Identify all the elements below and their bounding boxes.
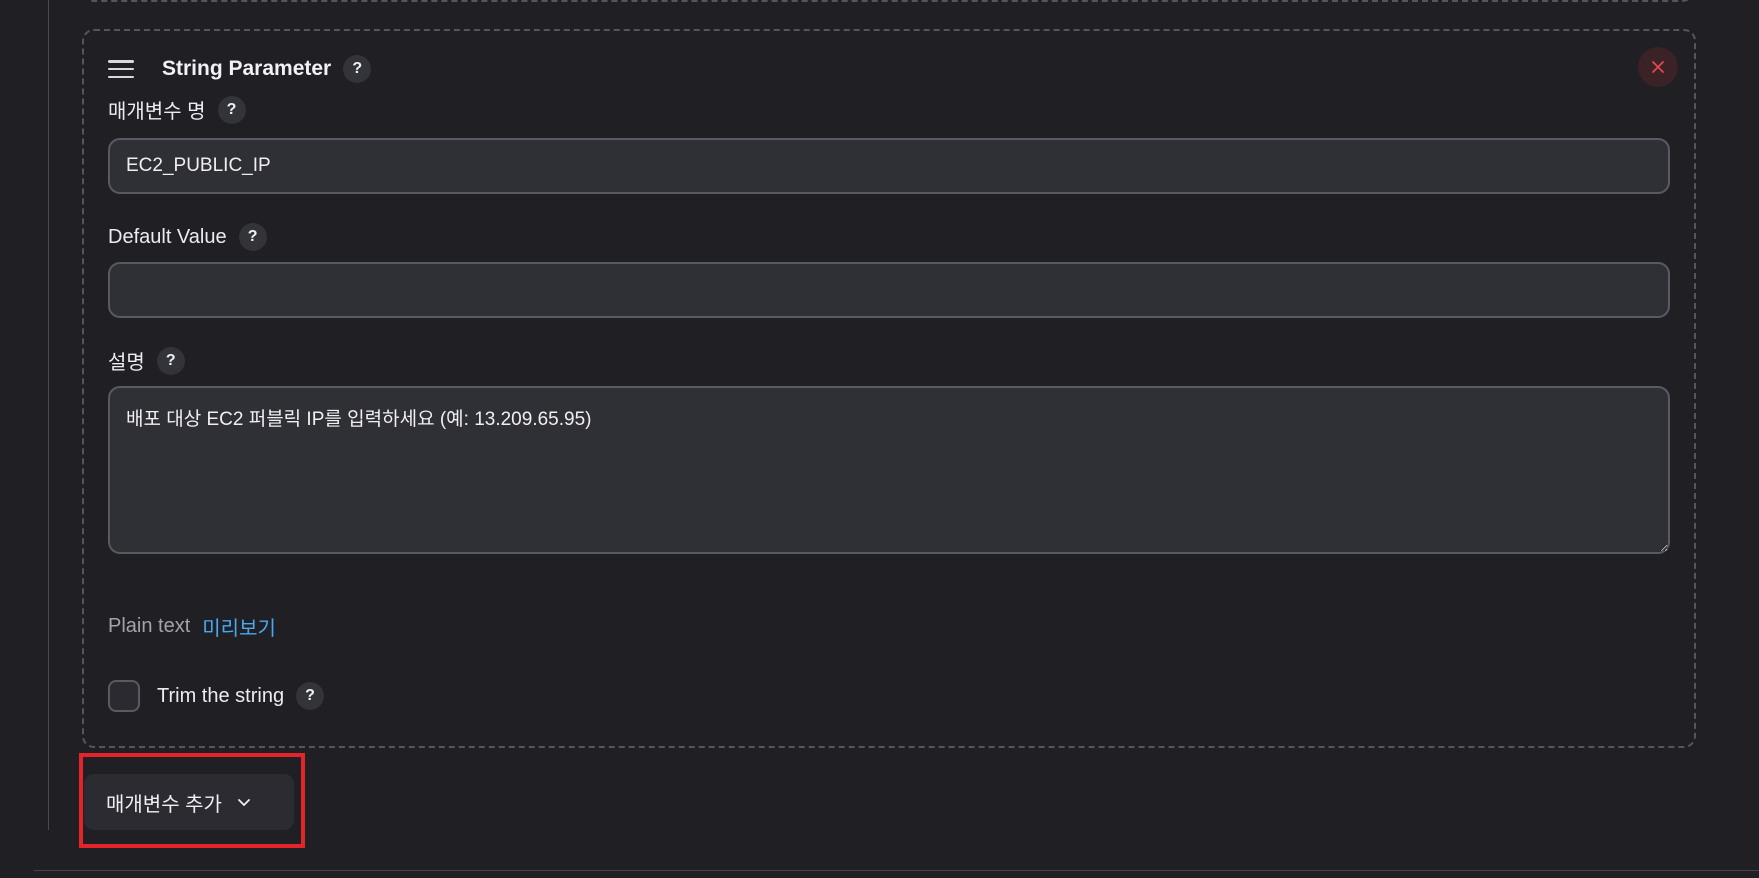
- bottom-divider: [34, 870, 1759, 871]
- help-icon[interactable]: ?: [217, 95, 246, 124]
- tree-guide-line: [48, 0, 49, 830]
- trim-string-checkbox[interactable]: [108, 680, 140, 712]
- default-value-field-label: Default Value ?: [108, 223, 267, 251]
- add-parameter-button[interactable]: 매개변수 추가: [84, 774, 294, 830]
- help-icon[interactable]: ?: [156, 346, 185, 375]
- drag-handle-icon[interactable]: [108, 60, 134, 78]
- card-header: String Parameter ?: [108, 51, 372, 87]
- previous-parameter-card-bottom: [82, 0, 1694, 2]
- description-field-label: 설명 ?: [108, 346, 185, 375]
- help-icon[interactable]: ?: [343, 55, 372, 83]
- name-field-label: 매개변수 명 ?: [108, 95, 246, 124]
- string-parameter-card: String Parameter ? 매개변수 명 ? Default Valu…: [82, 29, 1696, 748]
- add-parameter-label: 매개변수 추가: [106, 793, 222, 816]
- name-label-text: 매개변수 명: [108, 101, 206, 123]
- format-type-text: Plain text: [108, 615, 191, 637]
- default-value-label-text: Default Value: [108, 225, 227, 248]
- card-title: String Parameter: [162, 57, 332, 80]
- preview-link[interactable]: 미리보기: [202, 612, 276, 641]
- chevron-down-icon: [236, 794, 252, 810]
- trim-string-label[interactable]: Trim the string: [157, 685, 284, 708]
- close-button[interactable]: [1638, 47, 1678, 87]
- close-icon: [1652, 61, 1664, 73]
- trim-string-row: Trim the string ?: [108, 680, 325, 712]
- description-format-row: Plain text 미리보기: [108, 612, 276, 641]
- help-icon[interactable]: ?: [296, 682, 325, 710]
- page: String Parameter ? 매개변수 명 ? Default Valu…: [0, 0, 1759, 878]
- help-icon[interactable]: ?: [238, 223, 267, 251]
- description-label-text: 설명: [108, 352, 145, 374]
- description-textarea[interactable]: 배포 대상 EC2 퍼블릭 IP를 입력하세요 (예: 13.209.65.95…: [108, 386, 1670, 554]
- default-value-input[interactable]: [108, 262, 1670, 318]
- name-input[interactable]: [108, 138, 1670, 194]
